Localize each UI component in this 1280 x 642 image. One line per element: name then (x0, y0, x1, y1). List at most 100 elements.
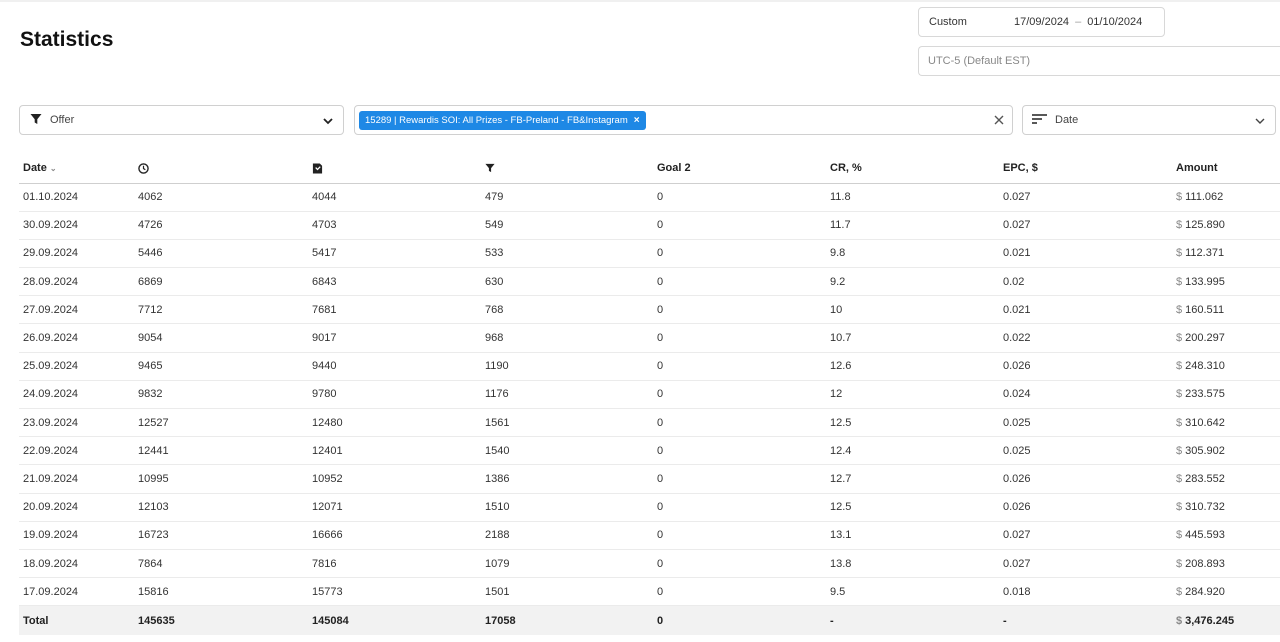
cell-unique: 15773 (308, 577, 481, 607)
cell-date: 24.09.2024 (19, 380, 134, 410)
table-row[interactable]: 23.09.2024 12527 12480 1561 0 12.5 0.025 $310.6… (19, 408, 1280, 438)
cell-conversions: 768 (481, 295, 653, 325)
cell-epc: 0.026 (999, 493, 1172, 522)
column-header-date[interactable]: Date ⌄ (19, 154, 134, 184)
column-header-cr[interactable]: CR, % (826, 154, 999, 184)
cell-epc: 0.026 (999, 352, 1172, 381)
cell-conversions: 1386 (481, 464, 653, 494)
table-row[interactable]: 29.09.2024 5446 5417 533 0 9.8 0.021 $112.371 (19, 239, 1280, 269)
column-header-conversions[interactable] (481, 154, 653, 184)
date-range-picker[interactable]: Custom 17/09/2024 – 01/10/2024 (918, 7, 1165, 37)
offer-filter-dropdown[interactable]: Offer (19, 105, 344, 135)
group-by-dropdown[interactable]: Date (1022, 105, 1276, 135)
sort-lines-icon (1032, 113, 1047, 128)
column-header-amount[interactable]: Amount (1172, 154, 1280, 184)
cell-date: 26.09.2024 (19, 323, 134, 353)
table-row[interactable]: 17.09.2024 15816 15773 1501 0 9.5 0.018 $284.92… (19, 577, 1280, 607)
timezone-select[interactable]: UTC-5 (Default EST) (918, 46, 1280, 76)
cell-cr: 13.1 (826, 521, 999, 550)
offer-selection-field[interactable]: 15289 | Rewardis SOI: All Prizes - FB-Pr… (354, 105, 1013, 135)
table-row[interactable]: 20.09.2024 12103 12071 1510 0 12.5 0.026 $310.7… (19, 493, 1280, 522)
cell-amount: $112.371 (1172, 239, 1280, 269)
total-amount: $3,476.245 (1172, 605, 1280, 635)
cell-epc: 0.02 (999, 267, 1172, 297)
column-header-goal2[interactable]: Goal 2 (653, 154, 826, 184)
cell-unique: 7816 (308, 549, 481, 579)
offer-filter-label: Offer (50, 114, 75, 126)
cell-goal2: 0 (653, 408, 826, 438)
cell-goal2: 0 (653, 239, 826, 269)
table-row[interactable]: 26.09.2024 9054 9017 968 0 10.7 0.022 $200.297 (19, 323, 1280, 353)
cell-cr: 11.7 (826, 211, 999, 240)
cell-conversions: 533 (481, 239, 653, 269)
cell-cr: 10.7 (826, 323, 999, 353)
chip-remove-icon[interactable]: × (634, 115, 640, 126)
table-row[interactable]: 28.09.2024 6869 6843 630 0 9.2 0.02 $133.995 (19, 267, 1280, 297)
cell-unique: 6843 (308, 267, 481, 297)
date-range-from: 17/09/2024 (1014, 16, 1070, 28)
clock-icon (138, 162, 149, 174)
cell-date: 30.09.2024 (19, 211, 134, 240)
table-row[interactable]: 18.09.2024 7864 7816 1079 0 13.8 0.027 $208.893 (19, 549, 1280, 579)
cell-amount: $125.890 (1172, 211, 1280, 240)
group-by-label: Date (1055, 114, 1079, 126)
cell-clicks: 12527 (134, 408, 308, 438)
cell-epc: 0.021 (999, 295, 1172, 325)
top-divider (0, 0, 1280, 2)
cell-goal2: 0 (653, 549, 826, 579)
table-row[interactable]: 22.09.2024 12441 12401 1540 0 12.4 0.025 $305.9… (19, 436, 1280, 466)
table-row[interactable]: 24.09.2024 9832 9780 1176 0 12 0.024 $233.575 (19, 380, 1280, 410)
cell-cr: 12.6 (826, 352, 999, 381)
total-epc: - (999, 605, 1172, 635)
cell-goal2: 0 (653, 436, 826, 466)
cell-conversions: 1540 (481, 436, 653, 466)
table-row[interactable]: 19.09.2024 16723 16666 2188 0 13.1 0.027 $445.5… (19, 521, 1280, 550)
funnel-icon (485, 162, 495, 174)
cell-amount: $310.642 (1172, 408, 1280, 438)
cell-clicks: 7712 (134, 295, 308, 325)
cell-goal2: 0 (653, 493, 826, 522)
cell-goal2: 0 (653, 295, 826, 325)
column-header-unique[interactable] (308, 154, 481, 184)
selected-offer-chip[interactable]: 15289 | Rewardis SOI: All Prizes - FB-Pr… (359, 110, 646, 130)
cell-cr: 10 (826, 295, 999, 325)
table-row[interactable]: 01.10.2024 4062 4044 479 0 11.8 0.027 $111.062 (19, 183, 1280, 212)
cell-conversions: 968 (481, 323, 653, 353)
cell-conversions: 549 (481, 211, 653, 240)
cell-cr: 12.7 (826, 464, 999, 494)
table-row[interactable]: 27.09.2024 7712 7681 768 0 10 0.021 $160.511 (19, 295, 1280, 325)
cell-unique: 9440 (308, 352, 481, 381)
cell-amount: $233.575 (1172, 380, 1280, 410)
cell-cr: 12.5 (826, 408, 999, 438)
total-clicks: 145635 (134, 605, 308, 635)
cell-goal2: 0 (653, 323, 826, 353)
clear-selection-icon[interactable] (993, 114, 1005, 129)
cell-cr: 11.8 (826, 183, 999, 212)
funnel-icon (30, 113, 42, 128)
cell-clicks: 6869 (134, 267, 308, 297)
cell-amount: $160.511 (1172, 295, 1280, 325)
chevron-down-icon (1254, 115, 1266, 130)
table-row[interactable]: 30.09.2024 4726 4703 549 0 11.7 0.027 $125.890 (19, 211, 1280, 240)
cell-date: 22.09.2024 (19, 436, 134, 466)
table-row[interactable]: 21.09.2024 10995 10952 1386 0 12.7 0.026 $283.5… (19, 464, 1280, 494)
cell-epc: 0.027 (999, 211, 1172, 240)
total-conversions: 17058 (481, 605, 653, 635)
cell-conversions: 1561 (481, 408, 653, 438)
sort-chevron-icon: ⌄ (49, 164, 57, 174)
date-range-separator: – (1075, 16, 1082, 28)
cell-conversions: 1079 (481, 549, 653, 579)
table-row[interactable]: 25.09.2024 9465 9440 1190 0 12.6 0.026 $248.310 (19, 352, 1280, 381)
statistics-table: Date ⌄ Goal 2 CR, % EPC, $ Amount 01.10.2… (19, 154, 1280, 635)
cell-epc: 0.026 (999, 464, 1172, 494)
bookmark-icon (312, 162, 323, 174)
cell-goal2: 0 (653, 464, 826, 494)
cell-conversions: 2188 (481, 521, 653, 550)
cell-clicks: 12441 (134, 436, 308, 466)
column-header-epc[interactable]: EPC, $ (999, 154, 1172, 184)
column-header-clicks[interactable] (134, 154, 308, 184)
cell-date: 27.09.2024 (19, 295, 134, 325)
cell-cr: 12 (826, 380, 999, 410)
cell-goal2: 0 (653, 380, 826, 410)
cell-date: 21.09.2024 (19, 464, 134, 494)
